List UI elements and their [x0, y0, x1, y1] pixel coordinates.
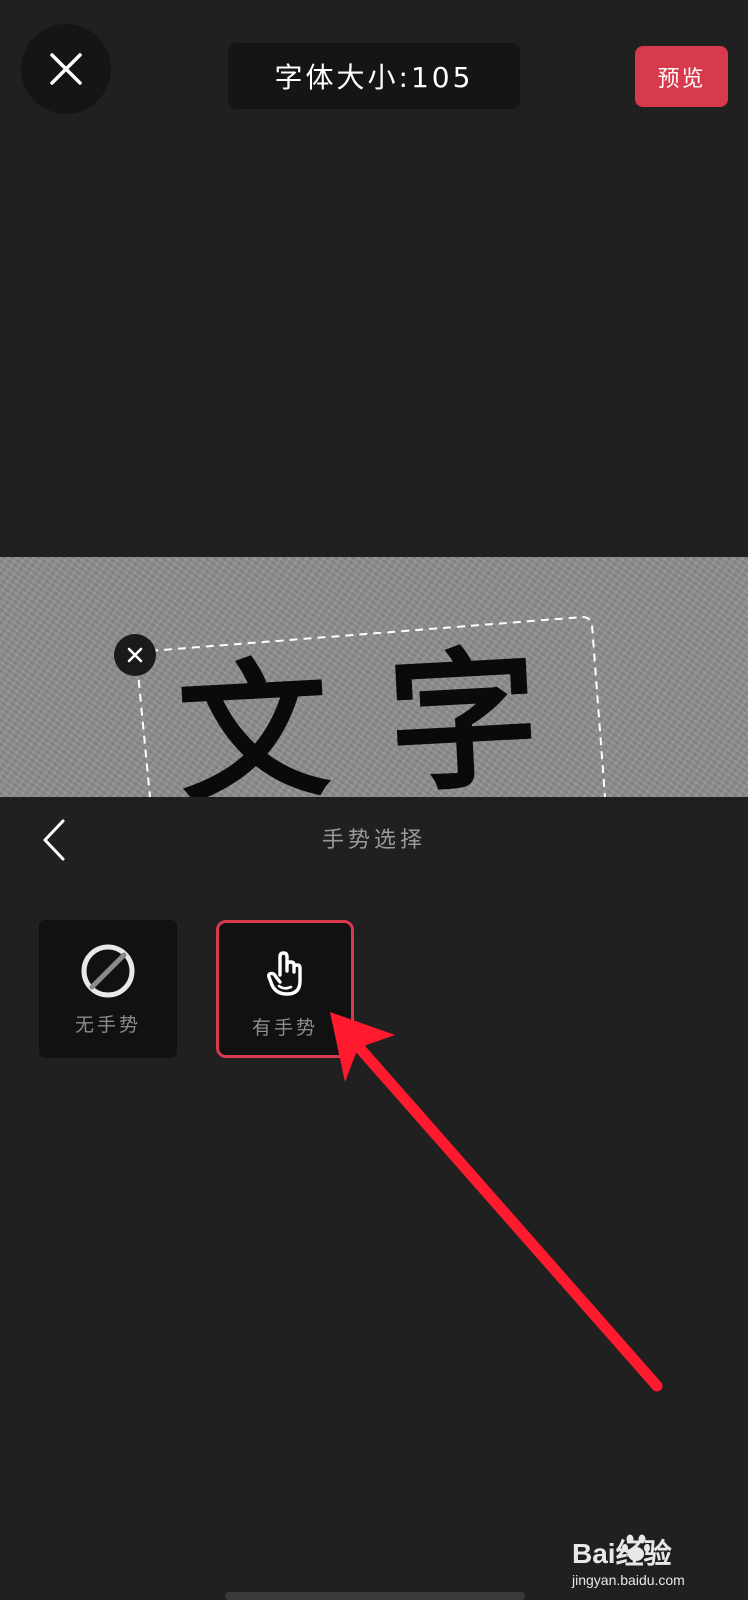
panel-title: 手势选择 — [321, 828, 426, 853]
delete-text-button[interactable] — [114, 634, 156, 676]
hand-pointer-icon — [267, 951, 302, 996]
no-gesture-option[interactable]: 无手势 — [39, 920, 177, 1058]
no-gesture-label: 无手势 — [74, 1014, 141, 1036]
font-size-indicator: 字体大小:105 — [228, 43, 520, 109]
paw-icon — [622, 1534, 650, 1561]
preview-button[interactable]: 预览 — [635, 46, 728, 107]
font-size-label: 字体大小:105 — [274, 61, 474, 94]
back-button[interactable] — [36, 815, 72, 865]
gesture-option[interactable]: 有手势 — [216, 920, 354, 1058]
watermark: Bai经验 jingyan.baidu.com — [572, 1532, 732, 1594]
watermark-url: jingyan.baidu.com — [572, 1572, 685, 1588]
text-canvas[interactable]: 文字 — [0, 557, 748, 797]
preview-label: 预览 — [657, 66, 706, 92]
home-indicator[interactable] — [225, 1592, 525, 1600]
gesture-label: 有手势 — [251, 1017, 318, 1039]
close-icon — [50, 53, 82, 85]
chevron-left-icon — [43, 819, 65, 861]
close-icon — [127, 647, 143, 663]
selection-frame[interactable] — [0, 557, 748, 797]
close-button[interactable] — [21, 24, 111, 114]
no-gesture-icon — [81, 944, 135, 998]
gesture-panel — [0, 797, 748, 1600]
